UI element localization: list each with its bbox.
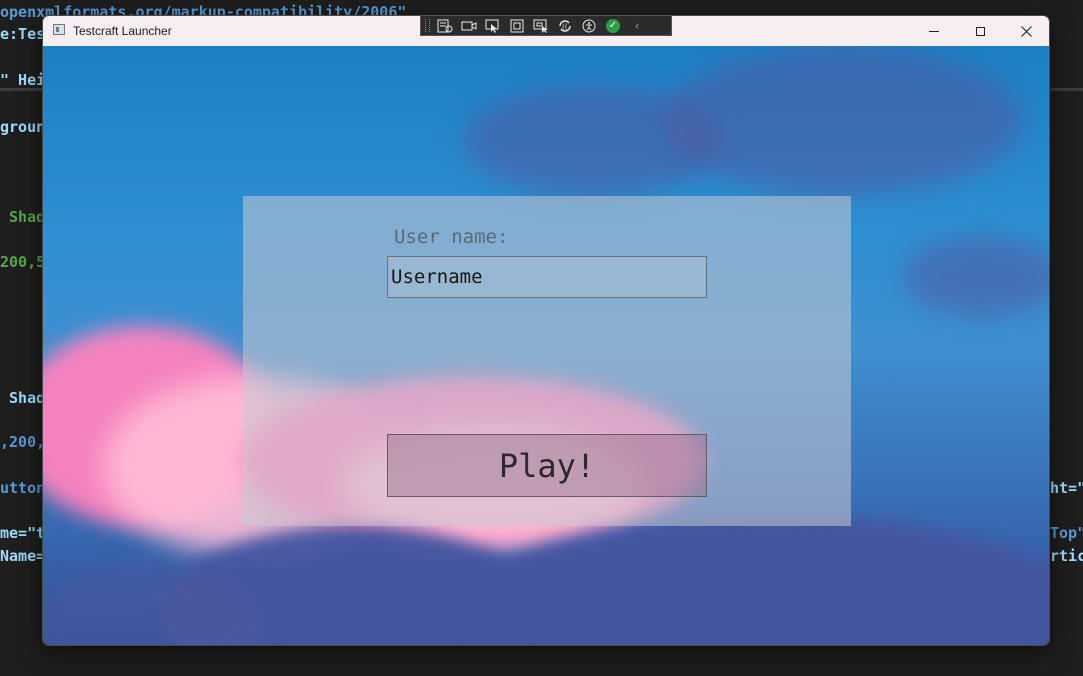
record-icon[interactable] [460, 18, 478, 34]
hot-reload-icon[interactable]: (( [556, 18, 574, 34]
login-panel: User name: Play! [243, 196, 851, 526]
editor-line: Top" [1050, 524, 1083, 542]
accessibility-icon[interactable] [580, 18, 598, 34]
editor-line: me="t [0, 524, 46, 542]
editor-line: Shad [0, 389, 46, 407]
window-title: Testcraft Launcher [73, 24, 172, 38]
cloud-shape [663, 46, 1023, 196]
editor-line: ht=" [1050, 479, 1083, 497]
editor-line: " Hei [0, 71, 46, 89]
play-button[interactable]: Play! [387, 434, 707, 497]
editor-line: utton [0, 479, 46, 497]
toolbar-grip-icon[interactable] [425, 19, 430, 32]
editor-line: Shad [0, 208, 46, 226]
minimize-button[interactable] [911, 16, 957, 46]
username-input[interactable] [387, 256, 707, 298]
xaml-binding-ok-icon[interactable]: ✓ [604, 18, 622, 34]
select-element-icon[interactable] [484, 18, 502, 34]
maximize-icon [975, 26, 985, 36]
display-layout-adorners-icon[interactable] [508, 18, 526, 34]
editor-line: 200,5 [0, 253, 46, 271]
app-icon [53, 24, 65, 35]
editor-line: groun [0, 118, 46, 136]
sky-background: User name: Play! [43, 46, 1049, 645]
editor-line: ,200, [0, 433, 46, 451]
editor-line: Name= [0, 547, 46, 565]
close-button[interactable] [1003, 16, 1049, 46]
editor-line: e:Tes [0, 25, 46, 43]
live-visual-tree-icon[interactable] [436, 18, 454, 34]
minimize-icon [929, 30, 939, 32]
maximize-button[interactable] [957, 16, 1003, 46]
launcher-window: Testcraft Launcher User name: Play! [42, 15, 1050, 646]
track-focus-icon[interactable] [532, 18, 550, 34]
xaml-debug-toolbar: (( ✓ ‹ [420, 15, 672, 36]
collapse-icon[interactable]: ‹ [628, 18, 646, 34]
close-icon [1020, 25, 1032, 37]
cloud-shape [903, 236, 1049, 316]
username-label: User name: [394, 226, 509, 248]
editor-line: rtic [1050, 547, 1083, 565]
svg-text:((: (( [562, 23, 568, 31]
